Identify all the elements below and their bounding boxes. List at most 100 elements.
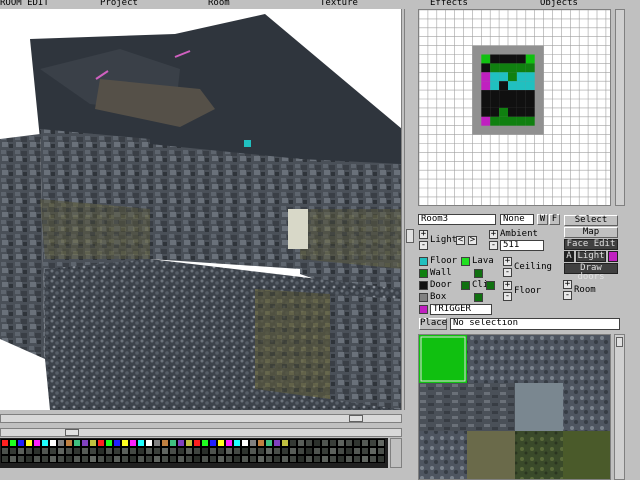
- room-name-field[interactable]: Room3: [418, 214, 496, 225]
- palette-color-swatch[interactable]: [169, 455, 177, 463]
- palette-color-swatch[interactable]: [1, 447, 9, 455]
- palette-color-swatch[interactable]: [33, 455, 41, 463]
- palette-color-swatch[interactable]: [73, 447, 81, 455]
- palette-color-swatch[interactable]: [321, 447, 329, 455]
- palette-color-swatch[interactable]: [129, 439, 137, 447]
- palette-color-swatch[interactable]: [97, 447, 105, 455]
- cli-swatch[interactable]: [461, 281, 470, 290]
- palette-color-swatch[interactable]: [305, 447, 313, 455]
- ceiling-plus-button[interactable]: +: [503, 257, 512, 266]
- palette-color-swatch[interactable]: [273, 455, 281, 463]
- menu-texture[interactable]: Texture: [320, 0, 358, 8]
- palette-color-swatch[interactable]: [297, 455, 305, 463]
- palette-color-swatch[interactable]: [81, 439, 89, 447]
- palette-color-swatch[interactable]: [289, 439, 297, 447]
- menu-effects[interactable]: Effects: [430, 0, 468, 8]
- palette-color-swatch[interactable]: [209, 447, 217, 455]
- floor-swatch[interactable]: [419, 257, 428, 266]
- palette-color-swatch[interactable]: [329, 455, 337, 463]
- palette-color-swatch[interactable]: [281, 455, 289, 463]
- palette-color-swatch[interactable]: [377, 455, 385, 463]
- palette-color-swatch[interactable]: [241, 447, 249, 455]
- palette-color-swatch[interactable]: [129, 455, 137, 463]
- palette-color-swatch[interactable]: [209, 439, 217, 447]
- palette-color-swatch[interactable]: [249, 455, 257, 463]
- palette-color-swatch[interactable]: [105, 455, 113, 463]
- palette-color-swatch[interactable]: [345, 439, 353, 447]
- room-plus-button[interactable]: +: [563, 280, 572, 289]
- palette-color-swatch[interactable]: [265, 439, 273, 447]
- palette-color-swatch[interactable]: [225, 439, 233, 447]
- palette-color-swatch[interactable]: [313, 447, 321, 455]
- light-plus-button[interactable]: +: [419, 230, 428, 239]
- palette-color-swatch[interactable]: [177, 439, 185, 447]
- palette-color-swatch[interactable]: [121, 455, 129, 463]
- palette-color-swatch[interactable]: [321, 455, 329, 463]
- palette-color-swatch[interactable]: [193, 447, 201, 455]
- select-button[interactable]: Select: [564, 215, 618, 226]
- ambient-value-field[interactable]: 511: [500, 240, 544, 251]
- palette-color-swatch[interactable]: [257, 439, 265, 447]
- color-palette[interactable]: [0, 438, 388, 468]
- horizontal-scrollbar-2[interactable]: [0, 428, 402, 437]
- palette-color-swatch[interactable]: [145, 447, 153, 455]
- palette-color-swatch[interactable]: [305, 455, 313, 463]
- palette-color-swatch[interactable]: [89, 439, 97, 447]
- palette-color-swatch[interactable]: [137, 455, 145, 463]
- palette-color-swatch[interactable]: [241, 439, 249, 447]
- palette-color-swatch[interactable]: [153, 455, 161, 463]
- palette-color-swatch[interactable]: [1, 455, 9, 463]
- menu-objects[interactable]: Objects: [540, 0, 578, 8]
- palette-color-swatch[interactable]: [265, 455, 273, 463]
- palette-color-swatch[interactable]: [17, 447, 25, 455]
- palette-color-swatch[interactable]: [33, 439, 41, 447]
- palette-color-swatch[interactable]: [265, 447, 273, 455]
- palette-color-swatch[interactable]: [1, 439, 9, 447]
- palette-color-swatch[interactable]: [9, 439, 17, 447]
- ambient-minus-button[interactable]: -: [489, 241, 498, 250]
- palette-color-swatch[interactable]: [353, 439, 361, 447]
- palette-color-swatch[interactable]: [361, 447, 369, 455]
- palette-color-swatch[interactable]: [49, 447, 57, 455]
- palette-color-swatch[interactable]: [169, 447, 177, 455]
- scroll-thumb[interactable]: [349, 415, 363, 422]
- palette-color-swatch[interactable]: [25, 439, 33, 447]
- palette-color-swatch[interactable]: [73, 439, 81, 447]
- palette-color-swatch[interactable]: [353, 455, 361, 463]
- palette-color-swatch[interactable]: [273, 447, 281, 455]
- light-minus-button[interactable]: -: [419, 241, 428, 250]
- palette-color-swatch[interactable]: [9, 455, 17, 463]
- room-minus-button[interactable]: -: [563, 291, 572, 300]
- palette-color-swatch[interactable]: [161, 439, 169, 447]
- palette-color-swatch[interactable]: [225, 455, 233, 463]
- palette-color-swatch[interactable]: [41, 447, 49, 455]
- palette-color-swatch[interactable]: [137, 439, 145, 447]
- palette-color-swatch[interactable]: [97, 455, 105, 463]
- palette-color-swatch[interactable]: [105, 447, 113, 455]
- palette-color-swatch[interactable]: [345, 447, 353, 455]
- light-button[interactable]: Light: [576, 251, 606, 262]
- horizontal-scrollbar-1[interactable]: [0, 414, 402, 423]
- floor-minus-button[interactable]: -: [503, 292, 512, 301]
- floor-plus-button[interactable]: +: [503, 281, 512, 290]
- palette-color-swatch[interactable]: [257, 455, 265, 463]
- palette-color-swatch[interactable]: [273, 439, 281, 447]
- palette-color-swatch[interactable]: [65, 455, 73, 463]
- palette-color-swatch[interactable]: [49, 439, 57, 447]
- place-button[interactable]: Place: [419, 318, 447, 330]
- palette-color-swatch[interactable]: [201, 447, 209, 455]
- palette-color-swatch[interactable]: [73, 455, 81, 463]
- palette-scrollbar[interactable]: [390, 438, 402, 468]
- palette-color-swatch[interactable]: [185, 455, 193, 463]
- palette-color-swatch[interactable]: [145, 439, 153, 447]
- 3d-viewport[interactable]: [0, 9, 402, 410]
- palette-color-swatch[interactable]: [217, 439, 225, 447]
- w-button[interactable]: W: [537, 214, 548, 225]
- box-swatch[interactable]: [419, 293, 428, 302]
- room-map-grid[interactable]: [418, 9, 611, 206]
- texture-scrollbar[interactable]: [614, 334, 625, 480]
- palette-color-swatch[interactable]: [57, 455, 65, 463]
- palette-color-swatch[interactable]: [65, 439, 73, 447]
- palette-color-swatch[interactable]: [361, 455, 369, 463]
- palette-color-swatch[interactable]: [121, 439, 129, 447]
